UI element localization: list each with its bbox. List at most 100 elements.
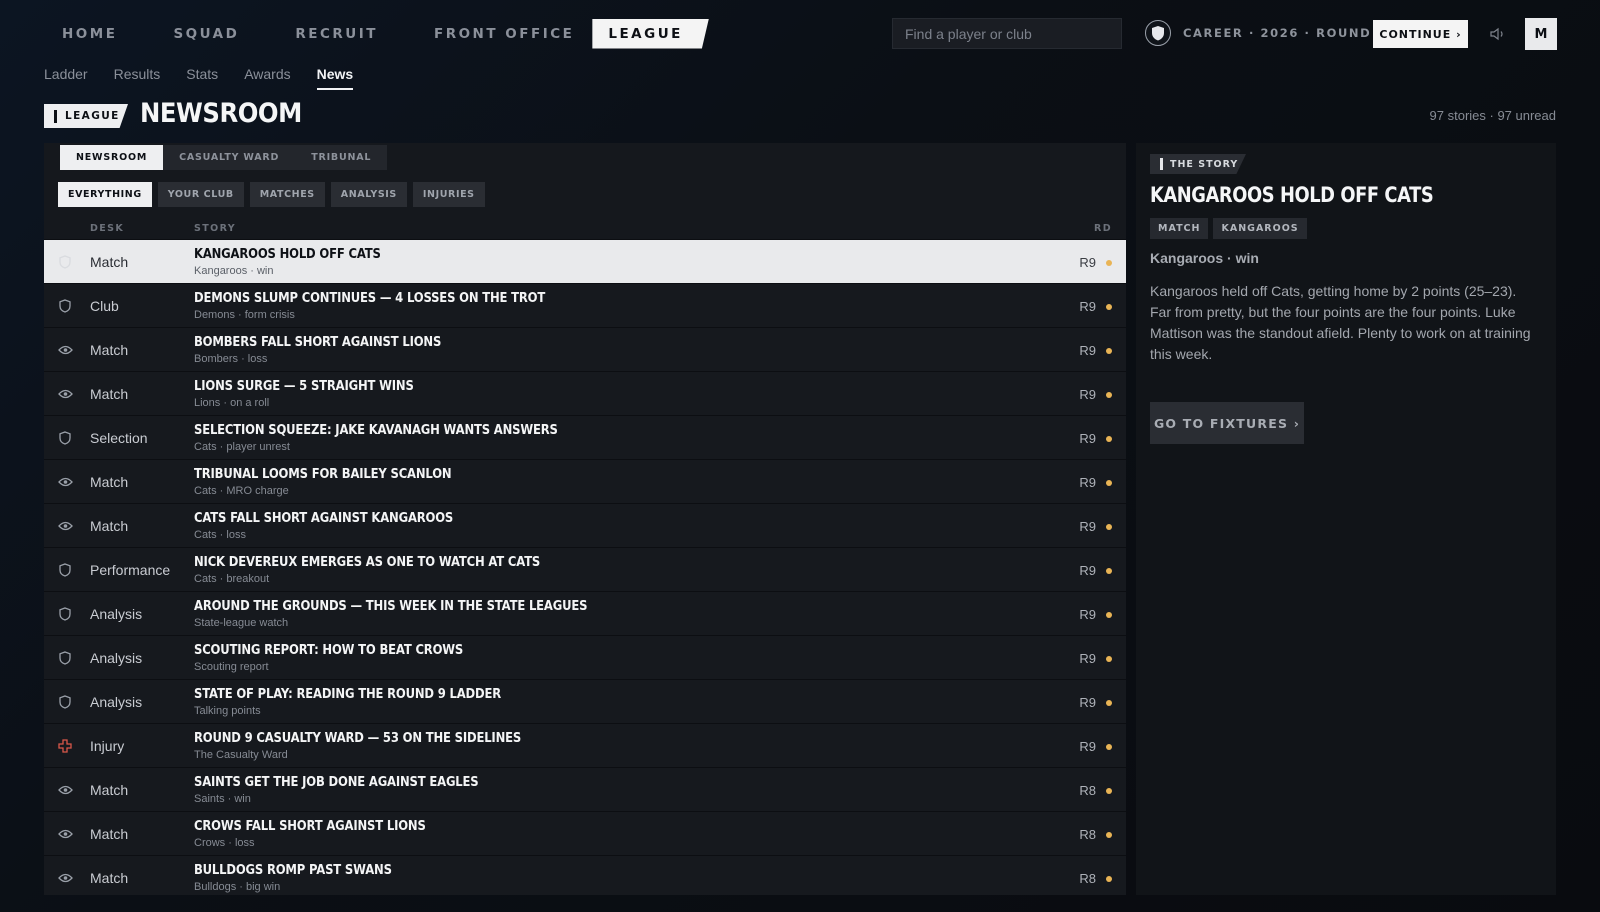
filter-everything[interactable]: EVERYTHING <box>58 182 152 207</box>
tab-tribunal[interactable]: TRIBUNAL <box>295 145 387 170</box>
row-subtitle: State-league watch <box>194 617 289 629</box>
table-row[interactable]: Selection SELECTION SQUEEZE: JAKE KAVANA… <box>44 415 1126 459</box>
row-round: R9 <box>1079 343 1096 358</box>
shield-icon <box>57 430 73 446</box>
story-title: KANGAROOS HOLD OFF CATS <box>1150 183 1434 207</box>
tab-casualty-ward[interactable]: CASUALTY WARD <box>163 145 295 170</box>
page-title: NEWSROOM <box>140 98 302 129</box>
career-status: CAREER · 2026 · ROUND 10 <box>1145 20 1396 46</box>
table-row[interactable]: Match CATS FALL SHORT AGAINST KANGAROOS … <box>44 503 1126 547</box>
go-to-fixtures-button[interactable]: GO TO FIXTURES › <box>1150 402 1304 444</box>
table-row[interactable]: Match CROWS FALL SHORT AGAINST LIONS Cro… <box>44 811 1126 855</box>
story-chips: MATCH KANGAROOS <box>1150 218 1312 239</box>
chip-club: KANGAROOS <box>1213 218 1307 239</box>
top-nav: HOME SQUAD RECRUIT FRONT OFFICE LEAGUE <box>44 18 747 49</box>
eye-icon <box>57 826 73 842</box>
story-meta: Kangaroos · win <box>1150 250 1259 266</box>
row-desk: Club <box>90 298 119 314</box>
table-row[interactable]: Analysis SCOUTING REPORT: HOW TO BEAT CR… <box>44 635 1126 679</box>
row-headline: LIONS SURGE — 5 STRAIGHT WINS <box>194 378 414 394</box>
nav-recruit[interactable]: RECRUIT <box>277 26 378 42</box>
table-row[interactable]: Injury ROUND 9 CASUALTY WARD — 53 ON THE… <box>44 723 1126 767</box>
story-tag-label: THE STORY <box>1170 158 1239 170</box>
row-desk: Match <box>90 386 129 402</box>
row-headline: KANGAROOS HOLD OFF CATS <box>194 246 381 262</box>
subnav-stats[interactable]: Stats <box>186 66 218 90</box>
filter-injuries[interactable]: INJURIES <box>412 182 485 207</box>
row-subtitle: Cats · player unrest <box>194 441 290 453</box>
filter-matches[interactable]: MATCHES <box>249 182 325 207</box>
nav-front-office[interactable]: FRONT OFFICE <box>416 26 574 42</box>
table-row[interactable]: Match BULLDOGS ROMP PAST SWANS Bulldogs … <box>44 855 1126 895</box>
filter-your-club[interactable]: YOUR CLUB <box>157 182 244 207</box>
row-desk: Match <box>90 342 129 358</box>
unread-dot <box>1106 832 1112 838</box>
row-subtitle: Bulldogs · big win <box>194 881 281 893</box>
chip-match: MATCH <box>1150 218 1209 239</box>
row-headline: STATE OF PLAY: READING THE ROUND 9 LADDE… <box>194 686 502 702</box>
eye-icon <box>57 518 73 534</box>
column-header-rd[interactable]: RD <box>1094 223 1112 234</box>
league-tag-label: LEAGUE <box>65 110 120 122</box>
sound-icon[interactable] <box>1488 24 1508 44</box>
row-desk: Selection <box>90 430 148 446</box>
unread-dot <box>1106 260 1112 266</box>
row-subtitle: Cats · breakout <box>194 573 270 585</box>
eye-icon <box>57 782 73 798</box>
row-subtitle: Cats · MRO charge <box>194 485 289 497</box>
table-row[interactable]: Match TRIBUNAL LOOMS FOR BAILEY SCANLON … <box>44 459 1126 503</box>
eye-icon <box>57 342 73 358</box>
nav-squad[interactable]: SQUAD <box>155 26 239 42</box>
row-desk: Match <box>90 870 129 886</box>
unread-dot <box>1106 700 1112 706</box>
unread-dot <box>1106 392 1112 398</box>
filter-analysis[interactable]: ANALYSIS <box>330 182 407 207</box>
row-desk: Match <box>90 254 129 270</box>
unread-dot <box>1106 304 1112 310</box>
shield-icon <box>57 650 73 666</box>
subnav-results[interactable]: Results <box>114 66 161 90</box>
subnav-news[interactable]: News <box>316 66 354 90</box>
row-desk: Match <box>90 518 129 534</box>
club-shield-icon <box>1145 20 1171 46</box>
row-headline: SAINTS GET THE JOB DONE AGAINST EAGLES <box>194 774 479 790</box>
row-subtitle: Demons · form crisis <box>194 309 295 321</box>
table-row[interactable]: Analysis STATE OF PLAY: READING THE ROUN… <box>44 679 1126 723</box>
row-headline: TRIBUNAL LOOMS FOR BAILEY SCANLON <box>194 466 452 482</box>
unread-dot <box>1106 744 1112 750</box>
table-row[interactable]: Performance NICK DEVEREUX EMERGES AS ONE… <box>44 547 1126 591</box>
row-headline: ROUND 9 CASUALTY WARD — 53 ON THE SIDELI… <box>194 730 522 746</box>
nav-league[interactable]: LEAGUE <box>592 18 709 49</box>
table-row[interactable]: Match KANGAROOS HOLD OFF CATS Kangaroos … <box>44 239 1126 283</box>
column-header-desk[interactable]: DESK <box>90 223 124 234</box>
row-desk: Analysis <box>90 694 143 710</box>
row-round: R9 <box>1079 519 1096 534</box>
nav-home[interactable]: HOME <box>44 26 117 42</box>
shield-icon <box>57 606 73 622</box>
unread-dot <box>1106 612 1112 618</box>
unread-dot <box>1106 480 1112 486</box>
continue-button[interactable]: CONTINUE › <box>1373 20 1468 48</box>
table-row[interactable]: Club DEMONS SLUMP CONTINUES — 4 LOSSES O… <box>44 283 1126 327</box>
subnav-awards[interactable]: Awards <box>244 66 290 90</box>
row-desk: Analysis <box>90 606 143 622</box>
table-row[interactable]: Match LIONS SURGE — 5 STRAIGHT WINS Lion… <box>44 371 1126 415</box>
column-header-story[interactable]: STORY <box>194 223 236 234</box>
sub-nav: Ladder Results Stats Awards News <box>44 66 379 90</box>
story-tag: THE STORY <box>1150 154 1246 174</box>
row-round: R9 <box>1079 563 1096 578</box>
subnav-ladder[interactable]: Ladder <box>44 66 88 90</box>
row-headline: SCOUTING REPORT: HOW TO BEAT CROWS <box>194 642 464 658</box>
table-row[interactable]: Analysis AROUND THE GROUNDS — THIS WEEK … <box>44 591 1126 635</box>
tab-newsroom[interactable]: NEWSROOM <box>60 145 164 170</box>
menu-button[interactable]: M <box>1525 18 1557 50</box>
row-round: R9 <box>1079 299 1096 314</box>
unread-dot <box>1106 436 1112 442</box>
table-row[interactable]: Match SAINTS GET THE JOB DONE AGAINST EA… <box>44 767 1126 811</box>
tab-bar: NEWSROOM CASUALTY WARD TRIBUNAL <box>60 145 388 170</box>
shield-icon <box>57 562 73 578</box>
table-row[interactable]: Match BOMBERS FALL SHORT AGAINST LIONS B… <box>44 327 1126 371</box>
filter-bar: EVERYTHING YOUR CLUB MATCHES ANALYSIS IN… <box>58 182 491 207</box>
row-subtitle: Lions · on a roll <box>194 397 270 409</box>
search-input[interactable] <box>892 18 1122 49</box>
